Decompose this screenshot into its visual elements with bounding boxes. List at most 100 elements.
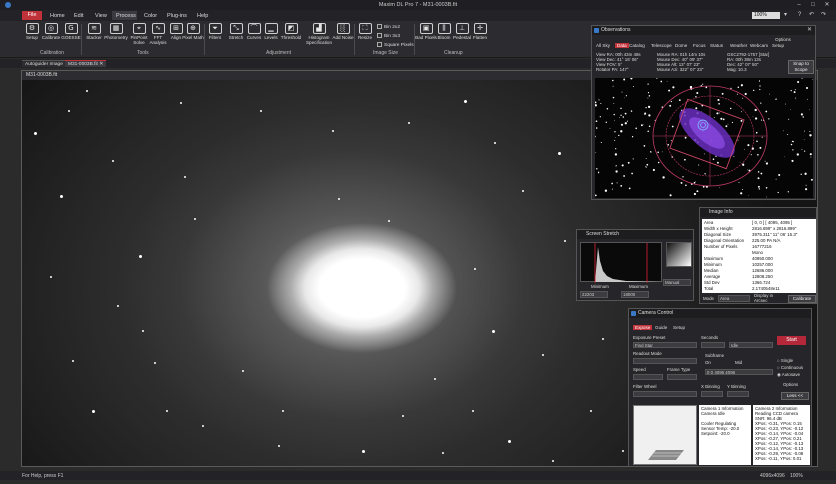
tab-m31-image[interactable]: M31-0003B.fit ✕ (65, 60, 107, 67)
camera-icon (631, 311, 636, 316)
help-icon[interactable]: ? (796, 12, 803, 19)
goesse-button[interactable]: G GOESSE (59, 23, 83, 40)
chart-star (619, 117, 620, 118)
subframe-mid-button[interactable]: Mid (735, 360, 742, 365)
group-cleanup-label: Cleanup (444, 50, 463, 56)
histogram-specification-button[interactable]: ▟ Histogram Specification (306, 23, 332, 45)
info-label: Maximum (704, 256, 724, 261)
menu-view[interactable]: View (95, 13, 107, 19)
display-in-arcsec-checkbox[interactable]: Display in Arcsec (754, 293, 784, 303)
close-icon[interactable]: ✕ (807, 26, 812, 35)
tab-webcam[interactable]: Webcam (750, 43, 768, 48)
chart-star (775, 98, 777, 101)
chart-star (752, 116, 754, 117)
chart-star (738, 136, 740, 138)
chart-star (616, 182, 618, 184)
tab-autoguider-image[interactable]: Autoguider Image (22, 60, 66, 67)
chart-star (696, 91, 699, 95)
info-value: [ 0, 0 ] [ 4095, 4095 ] (752, 220, 793, 225)
pedestal-icon: ⊥ (455, 23, 469, 34)
mode-single[interactable]: ○ Single (777, 358, 793, 363)
chart-star (757, 185, 760, 188)
undo-icon[interactable]: ↶ (808, 12, 815, 19)
tab-status[interactable]: Status (710, 43, 723, 48)
tab-telescope[interactable]: Telescope (651, 43, 672, 48)
observations-options[interactable]: Options (775, 37, 791, 42)
sky-chart[interactable] (595, 78, 813, 198)
mode-continuous[interactable]: ○ Continuous (777, 365, 803, 370)
minimize-icon[interactable]: – (794, 1, 804, 9)
tab-setup[interactable]: Setup (673, 325, 685, 330)
x-binning-select[interactable] (701, 391, 723, 397)
chart-star (744, 149, 746, 150)
tab-focus[interactable]: Focus (693, 43, 706, 48)
tab-data[interactable]: Data (615, 43, 629, 48)
threshold-button[interactable]: ◩ Threshold (279, 23, 303, 40)
bin-2x2-option[interactable]: Bin 2x2 (377, 24, 400, 30)
chart-star (611, 188, 613, 190)
checkbox[interactable] (377, 42, 382, 47)
info-value: 12686.000 (752, 268, 773, 273)
image-info-title-bar[interactable]: Image Info (700, 208, 816, 217)
mode-autosave[interactable]: ◉ Autosave (777, 372, 800, 377)
menu-home[interactable]: Home (50, 13, 65, 19)
screen-stretch-title-bar[interactable]: Screen Stretch (577, 230, 693, 239)
frame-type-select[interactable] (667, 374, 697, 380)
bin-3x3-option[interactable]: Bin 3x3 (377, 33, 400, 39)
maximum-input[interactable]: 18000 (621, 291, 649, 298)
tab-dome[interactable]: Dome (675, 43, 687, 48)
calibrate-button[interactable]: Calibrate (788, 295, 816, 303)
y-binning-select[interactable] (727, 391, 749, 397)
stacker-button[interactable]: ≋ Stacker (82, 23, 106, 40)
subframe-coords[interactable]: 0 0 4096 4096 (705, 369, 773, 375)
seconds-input[interactable] (701, 342, 725, 348)
close-icon[interactable]: ✕ (99, 62, 103, 67)
menu-process[interactable]: Process (116, 13, 136, 19)
menu-file[interactable]: File (22, 11, 42, 20)
snap-to-scope-button[interactable]: Snap to Scope (788, 60, 814, 74)
checkbox[interactable] (377, 33, 382, 38)
menu-help[interactable]: Help (197, 13, 208, 19)
readout-mode-select[interactable] (633, 358, 697, 364)
menu-color[interactable]: Color (144, 13, 157, 19)
chevron-down-icon[interactable]: ▾ (782, 12, 789, 19)
observations-title-bar[interactable]: Observations ✕ (592, 26, 815, 35)
histogram[interactable] (580, 242, 663, 283)
chart-star (803, 139, 805, 141)
minimum-input[interactable]: 22203 (580, 291, 608, 298)
zoom-select[interactable]: 100% (752, 12, 780, 19)
maximize-icon[interactable]: □ (808, 1, 818, 9)
menu-plugins[interactable]: Plug-ins (167, 13, 187, 19)
tab-all-sky[interactable]: All Sky (596, 43, 610, 48)
less-button[interactable]: Less << (781, 392, 809, 400)
redo-icon[interactable]: ↷ (820, 12, 827, 19)
photometry-button[interactable]: ▦ Photometry (104, 23, 128, 40)
star (332, 130, 334, 132)
star (362, 450, 365, 453)
chart-star (685, 184, 687, 187)
filter-wheel-select[interactable] (633, 391, 697, 397)
tab-guide[interactable]: Guide (655, 325, 667, 330)
exposure-preset-select[interactable]: Find Star (633, 342, 697, 348)
subframe-on-checkbox[interactable]: On (705, 360, 711, 365)
pixel-math-button[interactable]: ⊕ Pixel Math (181, 23, 205, 40)
square-pixels-option[interactable]: Square Pixels (377, 42, 414, 48)
mode-select[interactable]: Area (718, 295, 750, 302)
speed-select[interactable] (633, 374, 663, 380)
add-noise-button[interactable]: ░ Add Noise (331, 23, 355, 40)
stretch-mode-select[interactable]: Manual (663, 279, 691, 286)
start-button[interactable]: Start (777, 336, 806, 345)
camera-control-title-bar[interactable]: Camera Control (629, 309, 811, 318)
checkbox[interactable] (377, 24, 382, 29)
resize-button[interactable]: ⛶ Resize (353, 23, 377, 40)
funnel-icon: ⏷ (208, 23, 222, 34)
menu-edit[interactable]: Edit (74, 13, 83, 19)
flatten-button[interactable]: ✛ Flatten (468, 23, 492, 40)
camera-options-link[interactable]: Options (783, 382, 798, 387)
close-icon[interactable]: ✕ (822, 1, 832, 9)
tab-weather[interactable]: Weather (730, 43, 747, 48)
chart-star (678, 99, 681, 101)
tab-expose[interactable]: Expose (633, 325, 653, 330)
tab-setup[interactable]: Setup (772, 43, 784, 48)
tab-catalog[interactable]: Catalog (629, 43, 645, 48)
